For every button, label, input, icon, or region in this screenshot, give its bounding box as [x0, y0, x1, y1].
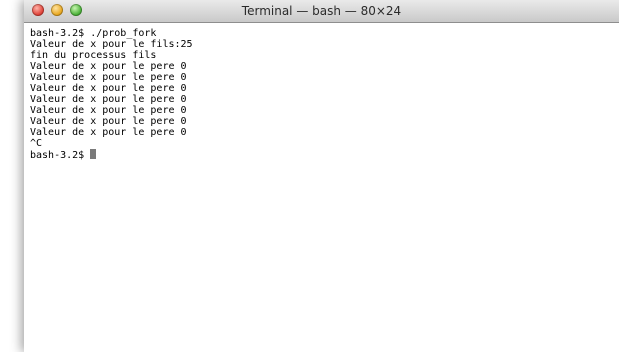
output-line: Valeur de x pour le pere 0: [30, 83, 187, 94]
output-line: Valeur de x pour le pere 0: [30, 61, 187, 72]
output-line: Valeur de x pour le pere 0: [30, 94, 187, 105]
prompt-line[interactable]: bash-3.2$: [30, 149, 609, 161]
output-line: Valeur de x pour le pere 0: [30, 105, 187, 116]
prompt-text: bash-3.2$: [30, 150, 91, 161]
output-line: Valeur de x pour le pere 0: [30, 72, 187, 83]
window-title: Terminal — bash — 80×24: [241, 4, 402, 18]
output-line: Valeur de x pour le pere 0: [30, 116, 187, 127]
title-bar[interactable]: Terminal — bash — 80×24: [24, 0, 619, 23]
terminal-window: Terminal — bash — 80×24 bash-3.2$ ./prob…: [24, 0, 619, 352]
output-line: Valeur de x pour le pere 0: [30, 127, 187, 138]
output-line: bash-3.2$ ./prob_fork: [30, 28, 157, 39]
output-line: fin du processus fils: [30, 50, 157, 61]
text-cursor: [90, 149, 97, 159]
output-line: ^C: [30, 138, 43, 149]
output-line: Valeur de x pour le fils:25: [30, 39, 193, 50]
terminal-output[interactable]: bash-3.2$ ./prob_fork Valeur de x pour l…: [30, 28, 609, 352]
